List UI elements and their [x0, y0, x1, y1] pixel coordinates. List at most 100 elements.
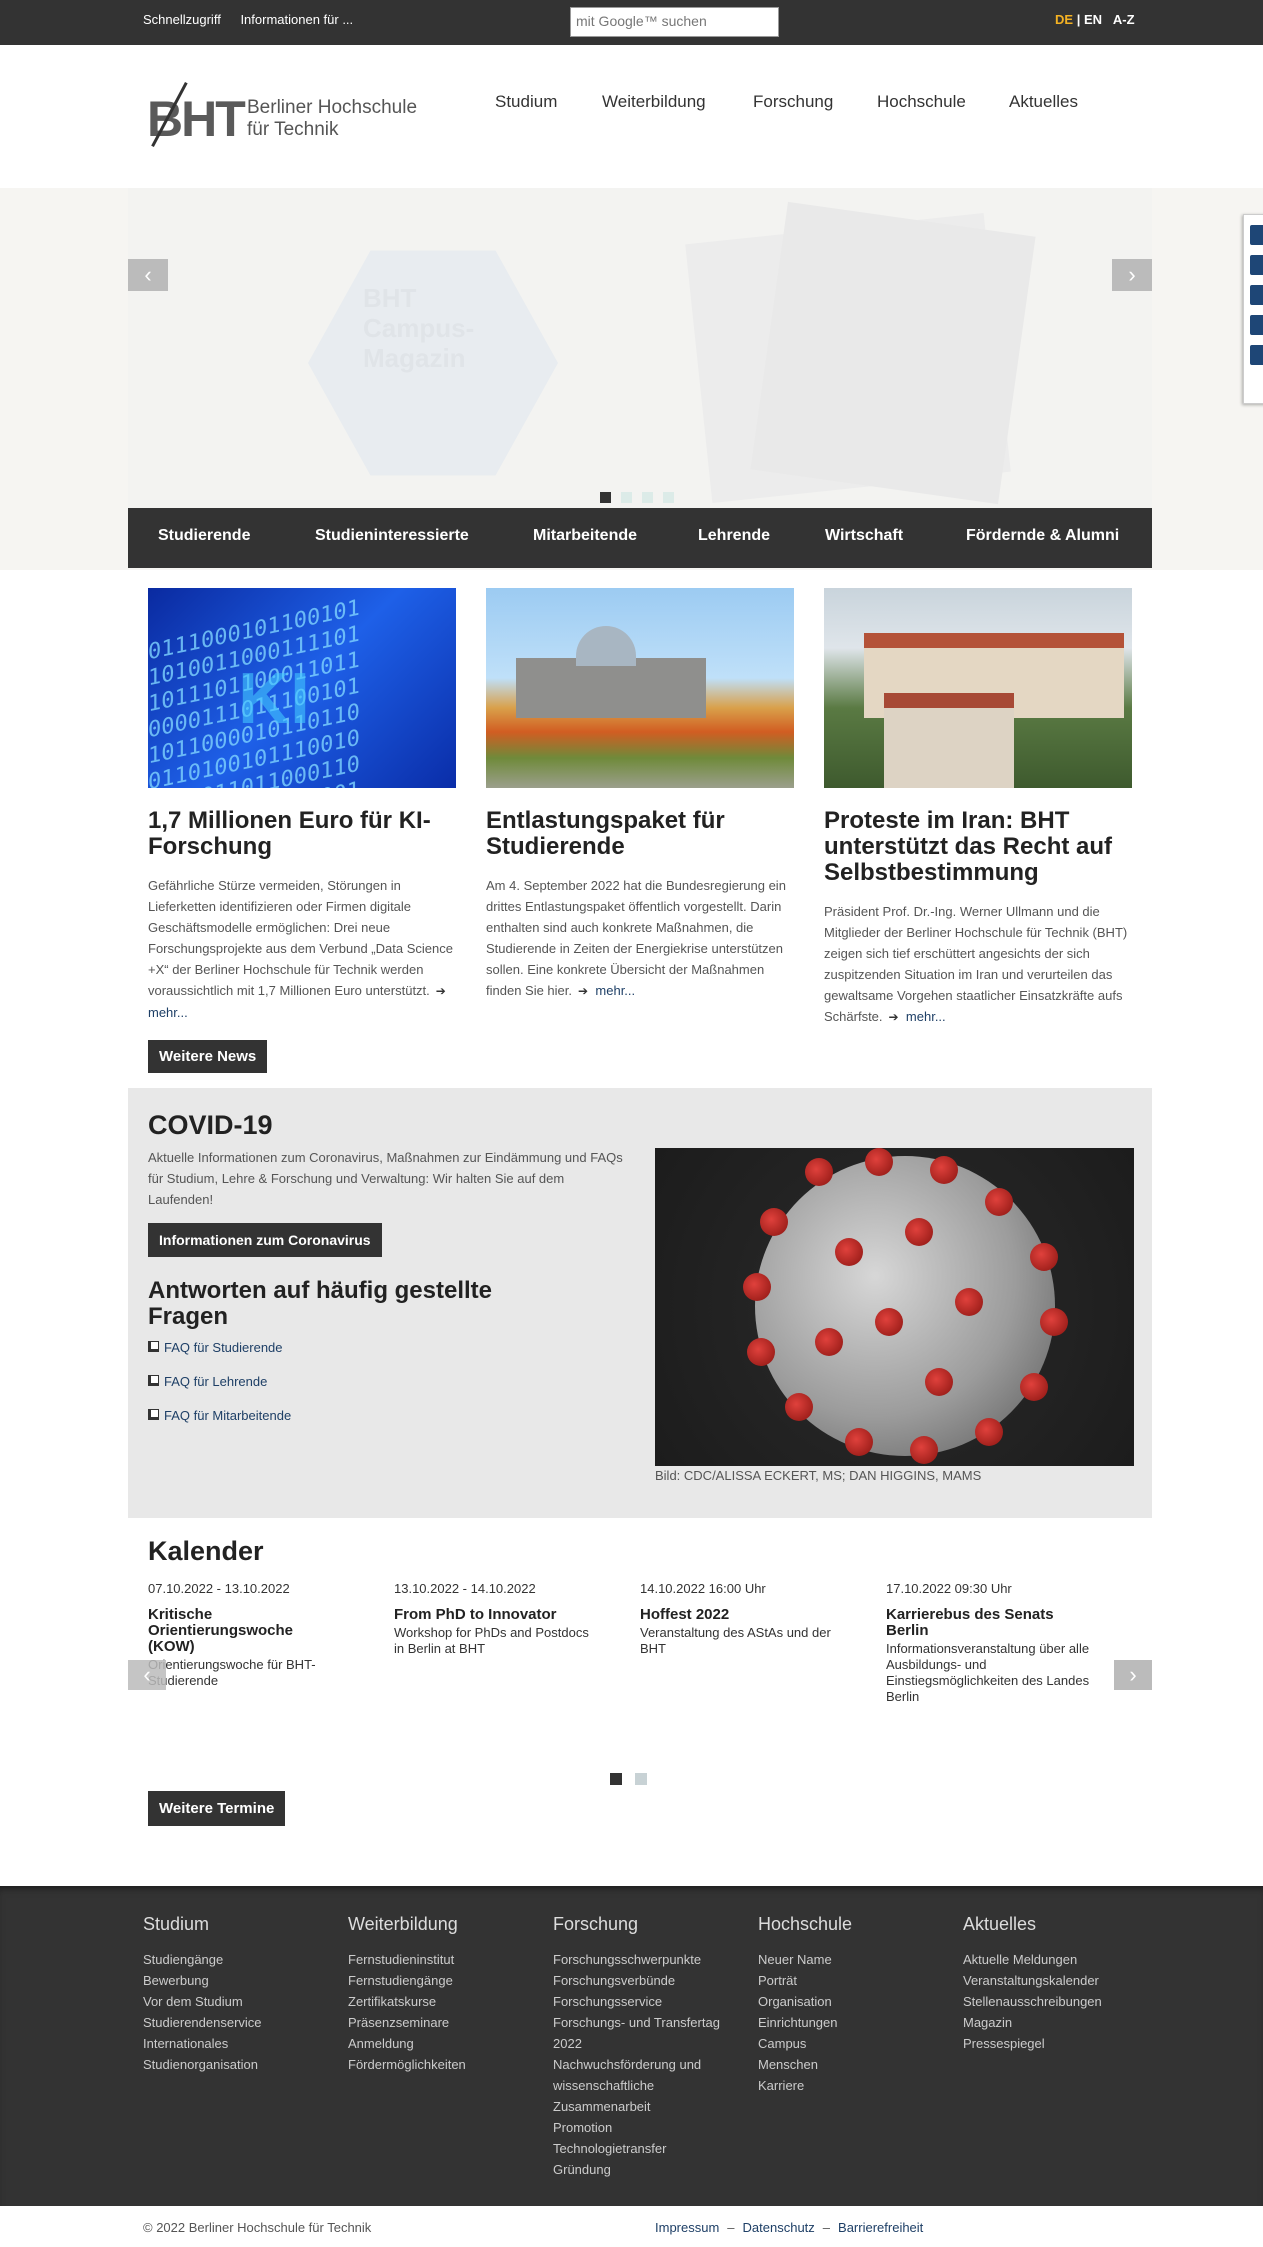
footer-link[interactable]: Campus	[758, 2033, 948, 2054]
virus-spike	[835, 1238, 863, 1266]
datenschutz-link[interactable]: Datenschutz	[743, 2220, 815, 2235]
lang-de-link[interactable]: DE	[1055, 12, 1073, 27]
footer-link[interactable]: Vor dem Studium	[143, 1991, 333, 2012]
footer-heading[interactable]: Hochschule	[758, 1914, 948, 1935]
footer-link[interactable]: Veranstaltungskalender	[963, 1970, 1153, 1991]
footer-link[interactable]: Fernstudieninstitut	[348, 1949, 538, 1970]
news-more-link[interactable]: mehr...	[572, 983, 635, 998]
impressum-link[interactable]: Impressum	[655, 2220, 719, 2235]
faq-link-studierende[interactable]: FAQ für Studierende	[148, 1340, 283, 1355]
footer-link[interactable]: Aktuelle Meldungen	[963, 1949, 1153, 1970]
footer-heading[interactable]: Forschung	[553, 1914, 743, 1935]
footer-link[interactable]: Neuer Name	[758, 1949, 948, 1970]
news-title[interactable]: 1,7 Millionen Euro für KI-Forschung	[148, 808, 456, 860]
image-dome	[576, 626, 636, 666]
virus-spike	[875, 1308, 903, 1336]
lang-en-link[interactable]: EN	[1084, 12, 1102, 27]
calendar-event[interactable]: 07.10.2022 - 13.10.2022 Kritische Orient…	[148, 1581, 358, 1689]
youtube-icon[interactable]	[1250, 285, 1263, 305]
footer-link[interactable]: Bewerbung	[143, 1970, 333, 1991]
calendar-prev-arrow-icon[interactable]: ‹	[128, 1660, 166, 1690]
footer-link[interactable]: Stellenausschreibungen	[963, 1991, 1153, 2012]
footer-link[interactable]: Internationales	[143, 2033, 333, 2054]
a-z-link[interactable]: A-Z	[1113, 12, 1135, 27]
footer-link[interactable]: Magazin	[963, 2012, 1153, 2033]
calendar-dot[interactable]	[610, 1773, 622, 1785]
footer-link[interactable]: Studierendenservice	[143, 2012, 333, 2033]
news-image-ki[interactable]: 0111000101100101 1010011000111101 101110…	[148, 588, 456, 788]
footer-link[interactable]: Studiengänge	[143, 1949, 333, 1970]
footer-heading[interactable]: Studium	[143, 1914, 333, 1935]
footer-link[interactable]: Forschungs- und Transfertag 2022	[553, 2012, 738, 2054]
audience-studieninteressierte[interactable]: Studieninteressierte	[315, 527, 469, 545]
nav-hochschule[interactable]: Hochschule	[877, 92, 966, 112]
footer-link[interactable]: Pressespiegel	[963, 2033, 1153, 2054]
footer-link[interactable]: Anmeldung	[348, 2033, 538, 2054]
footer-link[interactable]: Promotion	[553, 2117, 743, 2138]
audience-studierende[interactable]: Studierende	[158, 527, 250, 545]
event-title[interactable]: Karrierebus des Senats Berlin	[886, 1607, 1086, 1639]
audience-mitarbeitende[interactable]: Mitarbeitende	[533, 527, 637, 545]
print-icon[interactable]	[1250, 345, 1263, 365]
social-sidebar	[1243, 214, 1263, 404]
barrierefreiheit-link[interactable]: Barrierefreiheit	[838, 2220, 923, 2235]
event-title[interactable]: Hoffest 2022	[640, 1607, 850, 1623]
nav-weiterbildung[interactable]: Weiterbildung	[602, 92, 706, 112]
nav-studium[interactable]: Studium	[495, 92, 557, 112]
footer-link[interactable]: Einrichtungen	[758, 2012, 948, 2033]
event-title[interactable]: Kritische Orientierungswoche (KOW)	[148, 1607, 328, 1655]
footer-link[interactable]: Zertifikatskurse	[348, 1991, 538, 2012]
bht-logo[interactable]: BHT Berliner Hochschule für Technik	[147, 82, 427, 152]
footer-link[interactable]: Gründung	[553, 2159, 743, 2180]
virus-spike	[760, 1208, 788, 1236]
footer-link[interactable]: Menschen	[758, 2054, 948, 2075]
footer-link[interactable]: Porträt	[758, 1970, 948, 1991]
hero-dot[interactable]	[663, 492, 674, 503]
faq-link-lehrende[interactable]: FAQ für Lehrende	[148, 1374, 267, 1389]
nav-forschung[interactable]: Forschung	[753, 92, 833, 112]
calendar-event[interactable]: 13.10.2022 - 14.10.2022 From PhD to Inno…	[394, 1581, 604, 1657]
footer-heading[interactable]: Weiterbildung	[348, 1914, 538, 1935]
quick-access-link[interactable]: Schnellzugriff	[143, 12, 221, 27]
hero-dot[interactable]	[600, 492, 611, 503]
more-events-button[interactable]: Weitere Termine	[148, 1791, 286, 1826]
hero-dot[interactable]	[642, 492, 653, 503]
calendar-dot[interactable]	[635, 1773, 647, 1785]
footer-link[interactable]: Fördermöglichkeiten	[348, 2054, 538, 2075]
calendar-next-arrow-icon[interactable]: ›	[1114, 1660, 1152, 1690]
instagram-icon[interactable]	[1250, 315, 1263, 335]
search-input[interactable]: mit Google™ suchen	[570, 7, 779, 37]
hero-dot[interactable]	[621, 492, 632, 503]
footer-link[interactable]: Studienorganisation	[143, 2054, 333, 2075]
news-image-campus[interactable]	[824, 588, 1132, 788]
footer-link[interactable]: Nachwuchsförderung und wissenschaftliche…	[553, 2054, 738, 2117]
footer-link[interactable]: Forschungsschwerpunkte	[553, 1949, 743, 1970]
audience-foerdernde-alumni[interactable]: Fördernde & Alumni	[966, 527, 1119, 545]
nav-aktuelles[interactable]: Aktuelles	[1009, 92, 1078, 112]
hero-next-arrow-icon[interactable]: ›	[1112, 259, 1152, 291]
twitter-icon[interactable]	[1250, 255, 1263, 275]
footer-heading[interactable]: Aktuelles	[963, 1914, 1153, 1935]
hero-prev-arrow-icon[interactable]: ‹	[128, 259, 168, 291]
faq-link-mitarbeitende[interactable]: FAQ für Mitarbeitende	[148, 1408, 291, 1423]
news-title[interactable]: Entlastungspaket für Studierende	[486, 808, 794, 860]
footer-link[interactable]: Forschungsverbünde	[553, 1970, 743, 1991]
footer-link[interactable]: Karriere	[758, 2075, 948, 2096]
more-news-button[interactable]: Weitere News	[148, 1040, 268, 1073]
calendar-event[interactable]: 14.10.2022 16:00 Uhr Hoffest 2022 Verans…	[640, 1581, 850, 1657]
audience-wirtschaft[interactable]: Wirtschaft	[825, 527, 903, 545]
footer-link[interactable]: Technologietransfer	[553, 2138, 743, 2159]
event-title[interactable]: From PhD to Innovator	[394, 1607, 604, 1623]
facebook-icon[interactable]	[1250, 225, 1263, 245]
footer-link[interactable]: Organisation	[758, 1991, 948, 2012]
info-for-link[interactable]: Informationen für ...	[240, 12, 353, 27]
footer-link[interactable]: Fernstudiengänge	[348, 1970, 538, 1991]
footer-link[interactable]: Präsenzseminare	[348, 2012, 538, 2033]
news-title[interactable]: Proteste im Iran: BHT unterstützt das Re…	[824, 808, 1132, 886]
news-image-reichstag[interactable]	[486, 588, 794, 788]
calendar-event[interactable]: 17.10.2022 09:30 Uhr Karrierebus des Sen…	[886, 1581, 1096, 1705]
footer-link[interactable]: Forschungsservice	[553, 1991, 743, 2012]
news-more-link[interactable]: mehr...	[883, 1009, 946, 1024]
audience-lehrende[interactable]: Lehrende	[698, 527, 770, 545]
covid-info-button[interactable]: Informationen zum Coronavirus	[148, 1223, 382, 1257]
